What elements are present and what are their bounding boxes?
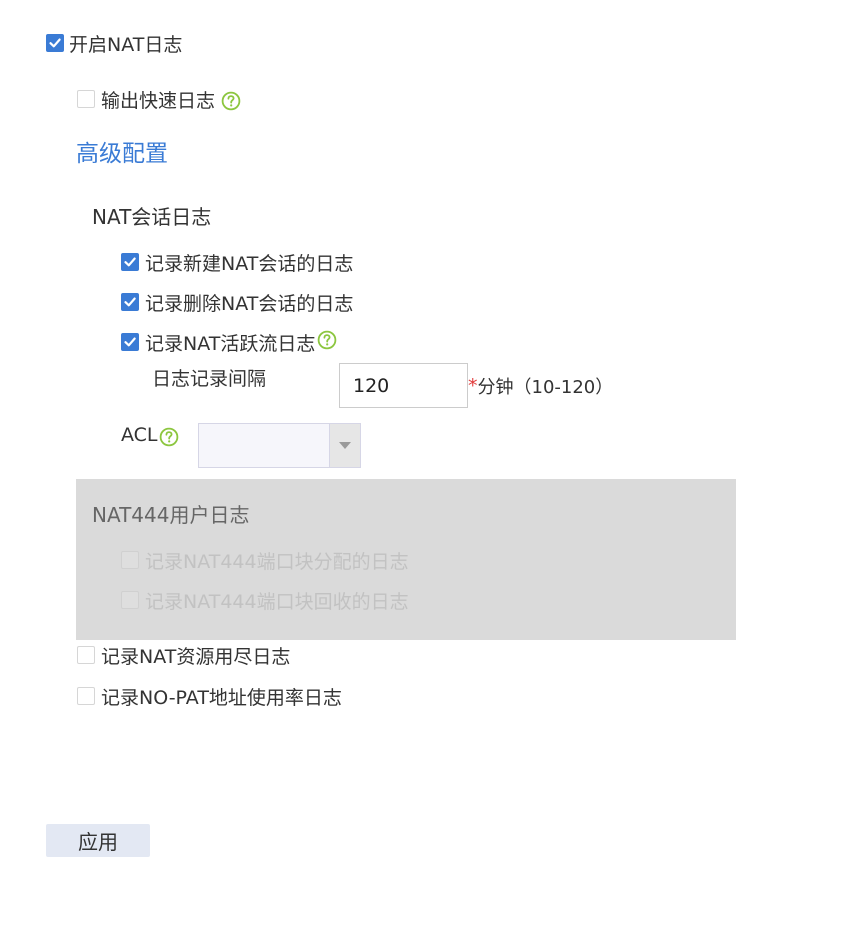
log-interval-input[interactable] <box>339 363 468 408</box>
nopat-usage-log-label: 记录NO-PAT地址使用率日志 <box>101 686 342 709</box>
active-flow-log-label: 记录NAT活跃流日志 <box>145 332 316 355</box>
enable-nat-log-row: 开启NAT日志 <box>46 31 183 56</box>
nat444-log-heading: NAT444用户日志 <box>92 503 250 527</box>
interval-unit-hint: 分钟（10-120） <box>477 377 614 398</box>
required-mark: * <box>468 375 478 397</box>
question-circle-icon[interactable] <box>221 91 241 111</box>
checkmark-icon <box>124 337 136 347</box>
enable-nat-log-label: 开启NAT日志 <box>69 33 183 56</box>
fast-log-row: 输出快速日志 <box>77 87 241 112</box>
new-session-log-checkbox[interactable] <box>121 253 139 271</box>
resource-exhausted-log-row: 记录NAT资源用尽日志 <box>77 643 291 668</box>
log-interval-label: 日志记录间隔 <box>152 368 267 390</box>
acl-row: ACL <box>121 422 179 448</box>
new-session-log-label: 记录新建NAT会话的日志 <box>145 252 354 275</box>
active-flow-log-row: 记录NAT活跃流日志 <box>121 330 337 355</box>
nat444-log-panel: NAT444用户日志 记录NAT444端口块分配的日志 记录NAT444端口块回… <box>76 479 736 640</box>
acl-label: ACL <box>121 424 158 446</box>
port-block-reclaim-checkbox <box>121 591 139 609</box>
fast-log-checkbox[interactable] <box>77 90 95 108</box>
apply-button[interactable]: 应用 <box>46 824 150 857</box>
acl-dropdown-toggle[interactable] <box>329 424 360 467</box>
question-circle-icon[interactable] <box>159 427 179 447</box>
nopat-usage-log-checkbox[interactable] <box>77 687 95 705</box>
checkmark-icon <box>124 257 136 267</box>
advanced-config-link[interactable]: 高级配置 <box>76 134 168 168</box>
active-flow-log-checkbox[interactable] <box>121 333 139 351</box>
acl-select[interactable] <box>198 423 361 468</box>
log-interval-hint: * 分钟（10-120） <box>468 374 613 398</box>
resource-exhausted-log-label: 记录NAT资源用尽日志 <box>101 645 291 668</box>
fast-log-label: 输出快速日志 <box>101 89 216 112</box>
new-session-log-row: 记录新建NAT会话的日志 <box>121 250 354 275</box>
port-block-reclaim-label: 记录NAT444端口块回收的日志 <box>145 590 409 613</box>
port-block-alloc-checkbox <box>121 551 139 569</box>
session-log-heading: NAT会话日志 <box>92 205 212 229</box>
delete-session-log-row: 记录删除NAT会话的日志 <box>121 290 354 315</box>
question-circle-icon[interactable] <box>317 330 337 350</box>
enable-nat-log-checkbox[interactable] <box>46 34 64 52</box>
port-block-alloc-row: 记录NAT444端口块分配的日志 <box>121 548 409 573</box>
checkmark-icon <box>49 38 61 48</box>
resource-exhausted-log-checkbox[interactable] <box>77 646 95 664</box>
caret-down-icon <box>339 441 351 449</box>
checkmark-icon <box>124 297 136 307</box>
port-block-alloc-label: 记录NAT444端口块分配的日志 <box>145 550 409 573</box>
delete-session-log-label: 记录删除NAT会话的日志 <box>145 292 354 315</box>
delete-session-log-checkbox[interactable] <box>121 293 139 311</box>
nopat-usage-log-row: 记录NO-PAT地址使用率日志 <box>77 684 342 709</box>
port-block-reclaim-row: 记录NAT444端口块回收的日志 <box>121 588 409 613</box>
